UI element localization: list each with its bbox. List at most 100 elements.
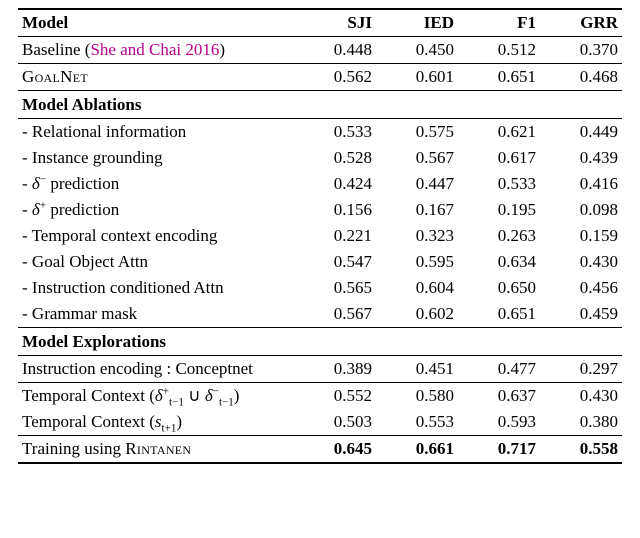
cell-sji: 0.448: [294, 37, 376, 64]
cell-f1: 0.477: [458, 356, 540, 383]
prefix: Training using: [22, 439, 125, 458]
cell-grr: 0.098: [540, 197, 622, 223]
table-row: Instruction encoding : Conceptnet 0.389 …: [18, 356, 622, 383]
cell-sji: 0.221: [294, 223, 376, 249]
cell-model: - δ+ prediction: [18, 197, 294, 223]
suffix: ): [176, 412, 182, 431]
section-ablations: Model Ablations: [18, 91, 622, 119]
cell-model: - Temporal context encoding: [18, 223, 294, 249]
cell-sji: 0.389: [294, 356, 376, 383]
table-row: Temporal Context (δ+t−1 ∪ δ−t−1) 0.552 0…: [18, 383, 622, 410]
section-label: Model Explorations: [18, 328, 622, 356]
subscript: t−1: [219, 396, 234, 408]
cell-sji: 0.424: [294, 171, 376, 197]
cell-sji: 0.562: [294, 64, 376, 91]
cell-ied: 0.580: [376, 383, 458, 410]
table-row: Temporal Context (st+1) 0.503 0.553 0.59…: [18, 409, 622, 436]
cell-sji: 0.533: [294, 119, 376, 146]
cell-ied: 0.450: [376, 37, 458, 64]
cell-ied: 0.595: [376, 249, 458, 275]
baseline-prefix: Baseline (: [22, 40, 90, 59]
cell-sji: 0.645: [294, 436, 376, 464]
cell-grr: 0.297: [540, 356, 622, 383]
cell-ied: 0.447: [376, 171, 458, 197]
table-row: - Relational information 0.533 0.575 0.6…: [18, 119, 622, 146]
cell-model: Baseline (She and Chai 2016): [18, 37, 294, 64]
cell-grr: 0.416: [540, 171, 622, 197]
suffix: prediction: [46, 174, 119, 193]
cell-model: GoalNet: [18, 64, 294, 91]
row-rintanen: Training using Rintanen 0.645 0.661 0.71…: [18, 436, 622, 464]
cell-grr: 0.439: [540, 145, 622, 171]
table-row: - Goal Object Attn 0.547 0.595 0.634 0.4…: [18, 249, 622, 275]
cell-f1: 0.651: [458, 64, 540, 91]
cell-grr: 0.380: [540, 409, 622, 436]
cell-grr: 0.456: [540, 275, 622, 301]
subscript: t+1: [162, 422, 177, 434]
cell-sji: 0.528: [294, 145, 376, 171]
cell-f1: 0.717: [458, 436, 540, 464]
cell-model: - Instance grounding: [18, 145, 294, 171]
cell-f1: 0.195: [458, 197, 540, 223]
cell-grr: 0.159: [540, 223, 622, 249]
cell-sji: 0.552: [294, 383, 376, 410]
cell-grr: 0.370: [540, 37, 622, 64]
cell-grr: 0.468: [540, 64, 622, 91]
cell-ied: 0.323: [376, 223, 458, 249]
cell-f1: 0.634: [458, 249, 540, 275]
cell-model: Instruction encoding : Conceptnet: [18, 356, 294, 383]
cup-symbol: ∪: [184, 386, 205, 405]
delta-symbol: δ: [155, 386, 163, 405]
cell-sji: 0.156: [294, 197, 376, 223]
cell-ied: 0.604: [376, 275, 458, 301]
cell-grr: 0.430: [540, 249, 622, 275]
cell-grr: 0.558: [540, 436, 622, 464]
cell-f1: 0.621: [458, 119, 540, 146]
cell-model: - Grammar mask: [18, 301, 294, 328]
cell-model: - Instruction conditioned Attn: [18, 275, 294, 301]
results-table: Model SJI IED F1 GRR Baseline (She and C…: [18, 8, 622, 464]
cell-ied: 0.451: [376, 356, 458, 383]
cell-grr: 0.449: [540, 119, 622, 146]
suffix: prediction: [46, 200, 119, 219]
rintanen-name: Rintanen: [125, 439, 191, 458]
cell-sji: 0.565: [294, 275, 376, 301]
s-symbol: s: [155, 412, 162, 431]
col-grr: GRR: [540, 9, 622, 37]
table-row: - δ+ prediction 0.156 0.167 0.195 0.098: [18, 197, 622, 223]
cell-model: Training using Rintanen: [18, 436, 294, 464]
header-row: Model SJI IED F1 GRR: [18, 9, 622, 37]
prefix: Temporal Context (: [22, 386, 155, 405]
cell-ied: 0.661: [376, 436, 458, 464]
table-row: - Grammar mask 0.567 0.602 0.651 0.459: [18, 301, 622, 328]
cell-f1: 0.651: [458, 301, 540, 328]
table-row: - δ− prediction 0.424 0.447 0.533 0.416: [18, 171, 622, 197]
row-goalnet: GoalNet 0.562 0.601 0.651 0.468: [18, 64, 622, 91]
cell-ied: 0.575: [376, 119, 458, 146]
section-label: Model Ablations: [18, 91, 622, 119]
table-row: - Instance grounding 0.528 0.567 0.617 0…: [18, 145, 622, 171]
cell-model: - Goal Object Attn: [18, 249, 294, 275]
prefix: -: [22, 200, 32, 219]
prefix: Temporal Context (: [22, 412, 155, 431]
citation-link[interactable]: She and Chai 2016: [90, 40, 219, 59]
suffix: ): [234, 386, 240, 405]
section-explorations: Model Explorations: [18, 328, 622, 356]
cell-grr: 0.430: [540, 383, 622, 410]
col-model: Model: [18, 9, 294, 37]
row-baseline: Baseline (She and Chai 2016) 0.448 0.450…: [18, 37, 622, 64]
cell-sji: 0.547: [294, 249, 376, 275]
prefix: -: [22, 174, 32, 193]
cell-grr: 0.459: [540, 301, 622, 328]
cell-f1: 0.650: [458, 275, 540, 301]
cell-f1: 0.637: [458, 383, 540, 410]
cell-sji: 0.503: [294, 409, 376, 436]
cell-sji: 0.567: [294, 301, 376, 328]
subscript: t−1: [169, 396, 184, 408]
cell-ied: 0.567: [376, 145, 458, 171]
baseline-suffix: ): [219, 40, 225, 59]
delta-symbol: δ: [205, 386, 213, 405]
cell-model: Temporal Context (δ+t−1 ∪ δ−t−1): [18, 383, 294, 410]
table-row: - Temporal context encoding 0.221 0.323 …: [18, 223, 622, 249]
col-sji: SJI: [294, 9, 376, 37]
